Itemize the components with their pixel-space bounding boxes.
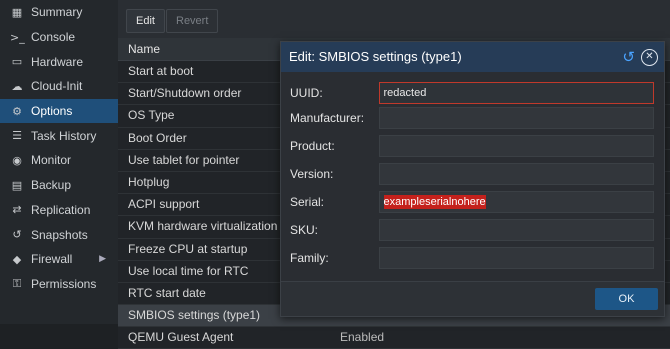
row-label: OS Type [128,108,175,123]
form-row-serial: Serial: exampleserialnohere [290,191,654,213]
shield-icon: ◆ [12,252,22,266]
row-label: KVM hardware virtualization [128,219,278,234]
dialog-footer: OK [281,281,664,316]
row-label: Start at boot [128,64,194,78]
row-label: Hotplug [128,174,170,189]
sidebar-item-cloud-init[interactable]: ☁ Cloud-Init [0,74,118,99]
sidebar-item-permissions[interactable]: ⚿ Permissions [0,272,118,297]
sidebar-item-label: Hardware [31,54,84,69]
version-input[interactable] [378,163,654,185]
cloud-icon: ☁ [11,79,23,93]
form-row-family: Family: [290,247,654,269]
product-input[interactable] [378,135,654,157]
chevron-right-icon[interactable]: ▶ [99,254,106,264]
console-icon: >_ [10,30,25,44]
edit-button[interactable]: Edit [126,9,165,33]
sidebar-item-label: Replication [31,202,91,217]
revert-button[interactable]: Revert [166,9,219,33]
product-label: Product: [290,139,335,153]
table-row[interactable]: QEMU Guest Agent Enabled [118,327,670,349]
retweet-icon: ⇄ [12,203,22,217]
uuid-label: UUID: [290,86,323,100]
reset-icon[interactable]: ↺ [622,42,635,72]
sidebar-item-label: Summary [31,5,83,20]
row-label: QEMU Guest Agent [128,330,234,345]
serial-value-selected: exampleserialnohere [383,195,486,209]
row-label: Use local time for RTC [128,263,249,278]
floppy-icon: ▤ [11,178,23,192]
uuid-input[interactable]: redacted [378,82,654,104]
summary-icon: ▦ [11,5,23,19]
row-label: Start/Shutdown order [128,86,242,101]
sidebar-item-options[interactable]: ⚙ Options [0,98,118,124]
toolbar: Edit Revert [118,0,670,38]
manufacturer-input[interactable] [378,107,654,129]
sidebar-item-summary[interactable]: ▦ Summary [0,0,118,25]
row-label: Boot Order [128,130,187,145]
eye-icon: ◉ [12,153,22,167]
row-label: ACPI support [128,197,200,212]
sidebar-item-label: Permissions [31,276,97,291]
version-label: Version: [290,167,334,181]
sidebar-item-hardware[interactable]: ▭ Hardware [0,49,118,74]
sidebar-item-firewall[interactable]: ◆ Firewall ▶ [0,247,118,272]
sidebar-item-label: Task History [31,128,97,143]
sidebar-item-monitor[interactable]: ◉ Monitor [0,148,118,173]
family-label: Family: [290,251,329,265]
form-row-version: Version: [290,163,654,185]
ok-button[interactable]: OK [595,288,658,310]
sidebar-item-replication[interactable]: ⇄ Replication [0,198,118,223]
form-row-product: Product: [290,135,654,157]
smbios-dialog: Edit: SMBIOS settings (type1) ↺ ✕ UUID: … [280,41,665,317]
form-row-uuid: UUID: redacted [290,82,654,104]
sidebar-item-snapshots[interactable]: ↺ Snapshots [0,222,118,247]
sidebar-item-label: Monitor [31,153,72,168]
row-label: Freeze CPU at startup [128,241,248,256]
serial-input[interactable]: exampleserialnohere [378,191,654,213]
form-row-sku: SKU: [290,219,654,241]
unlock-icon: ⚿ [12,276,22,290]
list-icon: ☰ [12,129,22,143]
sidebar-item-backup[interactable]: ▤ Backup [0,173,118,198]
sidebar: ▦ Summary >_ Console ▭ Hardware ☁ Cloud-Init… [0,0,118,324]
history-icon: ↺ [12,228,22,242]
sidebar-item-label: Options [31,104,73,119]
close-icon[interactable]: ✕ [641,48,658,66]
gear-icon: ⚙ [12,104,22,118]
family-input[interactable] [378,247,654,269]
sidebar-item-label: Cloud-Init [31,79,83,94]
sidebar-item-label: Snapshots [31,227,88,242]
row-label: Use tablet for pointer [128,152,240,167]
manufacturer-label: Manufacturer: [290,111,365,125]
sku-input[interactable] [378,219,654,241]
sidebar-item-label: Backup [31,178,72,193]
sidebar-item-label: Console [31,30,76,45]
form-row-manufacturer: Manufacturer: [290,107,654,129]
serial-label: Serial: [290,195,325,209]
row-label: RTC start date [128,285,206,300]
row-label: SMBIOS settings (type1) [128,308,261,323]
dialog-titlebar[interactable]: Edit: SMBIOS settings (type1) ↺ ✕ [281,42,664,72]
monitor-icon: ▭ [11,55,23,69]
sku-label: SKU: [290,223,319,237]
row-value: Enabled [340,330,385,345]
sidebar-item-label: Firewall [31,252,73,267]
dialog-title: Edit: SMBIOS settings (type1) [289,49,462,64]
sidebar-item-console[interactable]: >_ Console [0,25,118,50]
sidebar-item-task-history[interactable]: ☰ Task History [0,123,118,148]
